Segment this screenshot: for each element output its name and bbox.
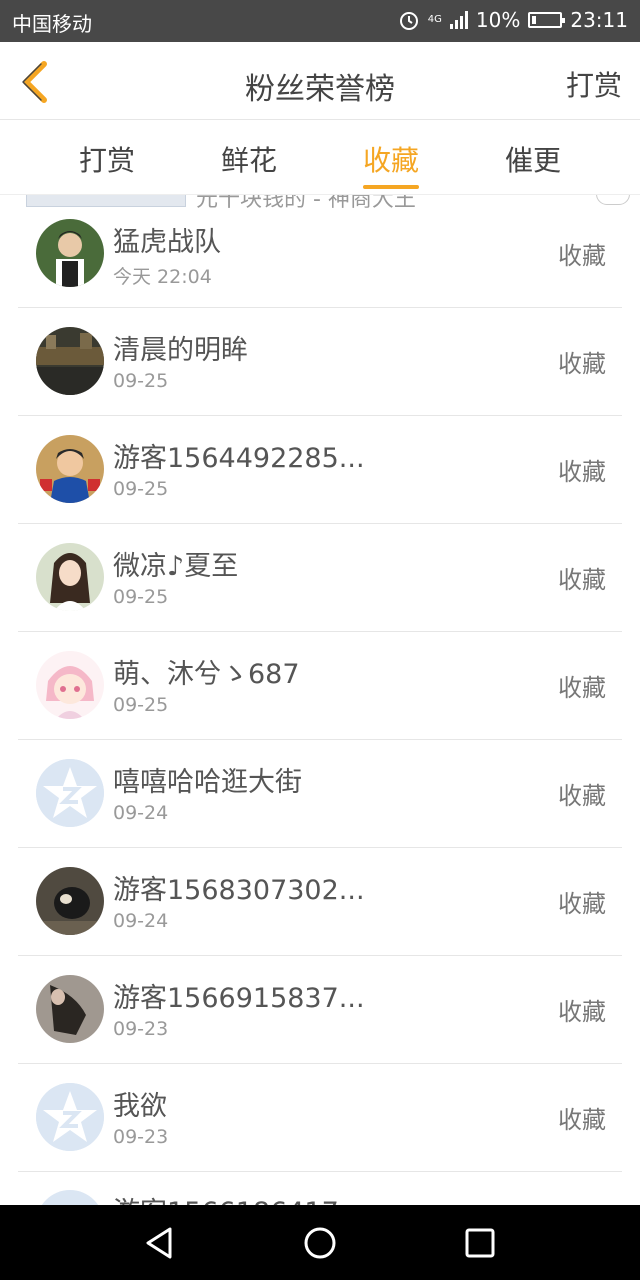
battery-icon (528, 12, 566, 28)
action-label: 收藏 (558, 242, 606, 270)
reward-button[interactable]: 打赏 (566, 64, 622, 104)
fan-name: 微凉♪夏至 (113, 551, 239, 582)
clock: 23:11 (570, 8, 628, 32)
action-label: 收藏 (558, 782, 606, 810)
tab-reward[interactable]: 打赏 (57, 139, 157, 179)
action-label: 收藏 (558, 566, 606, 594)
fan-name: 萌、沐兮ゝ687 (113, 659, 300, 690)
tab-bar: 打赏 鲜花 收藏 催更 (0, 121, 640, 195)
battery-percent: 10% (475, 8, 521, 32)
avatar (36, 219, 104, 287)
recents-square-icon[interactable] (460, 1223, 500, 1263)
fan-name: 嘻嘻哈哈逛大街 (113, 767, 302, 798)
avatar (36, 435, 104, 503)
fan-name: 游客1568307302... (113, 875, 365, 906)
action-label: 收藏 (558, 890, 606, 918)
system-nav-bar (0, 1205, 640, 1280)
list-item[interactable]: 清晨的明眸 09-25 收藏 (18, 308, 622, 416)
avatar (36, 1190, 104, 1206)
fan-date: 09-25 (113, 478, 169, 500)
fan-date: 09-25 (113, 370, 169, 392)
avatar (36, 975, 104, 1043)
status-bar: 中国移动 4G 10% 23:11 (0, 0, 640, 42)
fan-date: 09-25 (113, 694, 169, 716)
action-label: 收藏 (558, 350, 606, 378)
avatar (36, 543, 104, 611)
action-label: 收藏 (558, 998, 606, 1026)
fan-name: 游客1566186417 (113, 1190, 339, 1206)
list-item[interactable]: 猛虎战队 今天 22:04 收藏 (18, 200, 622, 308)
fan-name: 我欲 (113, 1091, 167, 1122)
fan-date: 09-23 (113, 1018, 169, 1040)
fan-name: 游客1564492285... (113, 443, 365, 474)
fan-date: 09-23 (113, 1126, 169, 1148)
carrier-label: 中国移动 (12, 12, 92, 36)
default-avatar-icon (36, 759, 104, 827)
list-item[interactable]: 嘻嘻哈哈逛大街 09-24 收藏 (18, 740, 622, 848)
fan-date: 今天 22:04 (113, 266, 212, 288)
list-item[interactable]: 游客1566915837... 09-23 收藏 (18, 956, 622, 1064)
action-label: 收藏 (558, 458, 606, 486)
fan-date: 09-24 (113, 910, 169, 932)
tab-flowers[interactable]: 鲜花 (199, 139, 299, 179)
action-label: 收藏 (558, 1106, 606, 1134)
fan-date: 09-24 (113, 802, 169, 824)
tab-collect[interactable]: 收藏 (341, 139, 441, 179)
action-label: 收藏 (558, 674, 606, 702)
list-item[interactable]: 游客1564492285... 09-25 收藏 (18, 416, 622, 524)
list-item[interactable]: 我欲 09-23 收藏 (18, 1064, 622, 1172)
list-item[interactable]: 游客1568307302... 09-24 收藏 (18, 848, 622, 956)
avatar (36, 327, 104, 395)
signal-icon (449, 11, 468, 29)
list-item[interactable]: 萌、沐兮ゝ687 09-25 收藏 (18, 632, 622, 740)
app-header: 粉丝荣誉榜 打赏 (0, 42, 640, 120)
back-triangle-icon[interactable] (140, 1223, 180, 1263)
list-item[interactable]: 微凉♪夏至 09-25 收藏 (18, 524, 622, 632)
fan-name: 清晨的明眸 (113, 335, 248, 366)
fan-date: 09-25 (113, 586, 169, 608)
default-avatar-icon (36, 1083, 104, 1151)
fan-name: 游客1566915837... (113, 983, 365, 1014)
tab-urge[interactable]: 催更 (483, 139, 583, 179)
page-title: 粉丝荣誉榜 (245, 72, 395, 107)
alarm-icon (399, 12, 418, 30)
status-icons: 4G 10% 23:11 (398, 8, 628, 32)
list-item-partial[interactable]: 游客1566186417 (0, 1182, 640, 1206)
network-type: 4G (427, 14, 442, 25)
fan-name: 猛虎战队 (113, 227, 221, 258)
avatar (36, 867, 104, 935)
tab-active-indicator (363, 185, 419, 189)
home-circle-icon[interactable] (300, 1223, 340, 1263)
avatar (36, 651, 104, 719)
fan-list: 猛虎战队 今天 22:04 收藏 清晨的明眸 09-25 收藏 游客156449… (0, 200, 640, 1172)
